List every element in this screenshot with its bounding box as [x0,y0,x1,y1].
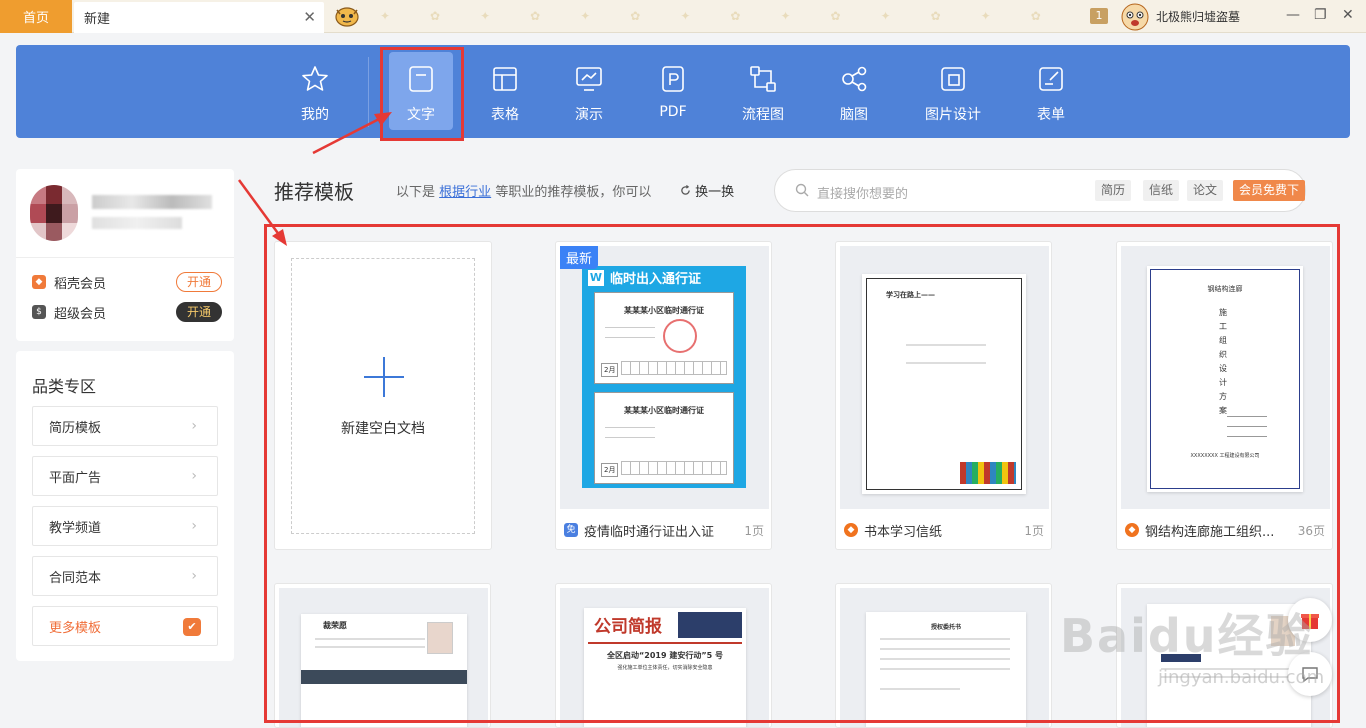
baidu-watermark-url: jingyan.baidu.com [1158,667,1325,688]
category-table-label: 表格 [491,107,519,123]
category-image-design[interactable]: 图片设计 [913,52,993,130]
subtitle-prefix: 以下是 [396,185,436,200]
category-item-ads[interactable]: 平面广告 › [32,456,218,496]
category-mindmap[interactable]: 脑图 [814,52,894,130]
refresh-button[interactable]: 换一换 [680,181,734,200]
form-icon [1039,67,1063,91]
super-open-button[interactable]: 开通 [176,302,222,322]
chevron-right-icon: › [191,568,197,584]
category-pdf-label: PDF [659,104,687,120]
category-item-teaching[interactable]: 教学频道 › [32,506,218,546]
membership-super: $ 超级会员 开通 [32,301,222,323]
minimize-button[interactable]: — [1286,6,1300,24]
category-panel-title: 品类专区 [32,377,97,396]
mindmap-icon [842,66,867,92]
category-mine-label: 我的 [301,107,329,123]
presentation-icon [576,67,602,91]
category-item-label: 教学频道 [49,520,102,536]
blurred-userinfo [92,217,182,229]
category-panel: 品类专区 简历模板 › 平面广告 › 教学频道 › 合同范本 › 更多模板 ✔ [16,351,234,661]
search-tag-resume[interactable]: 简历 [1095,180,1132,201]
blurred-username [92,195,212,209]
tab-new-label: 新建 [84,12,111,27]
refresh-label: 换一换 [695,185,735,200]
category-pdf[interactable]: PDF [633,52,713,130]
chevron-right-icon: › [191,518,197,534]
docer-member-label: 稻壳会员 [54,276,107,292]
search-input[interactable]: 直接搜你想要的 [817,183,908,202]
table-icon [493,67,517,91]
category-item-contract[interactable]: 合同范本 › [32,556,218,596]
category-flowchart[interactable]: 流程图 [723,52,803,130]
category-divider [368,57,369,127]
recommended-subtitle: 以下是 根据行业 等职业的推荐模板，你可以 [396,181,651,200]
template-search[interactable]: 直接搜你想要的 简历 信纸 论文 会员免费下 [774,169,1306,212]
category-bar: 我的 文字 表格 演示 PDF 流程图 脑图 图片设计 表单 [16,45,1350,138]
tab-new[interactable]: 新建 ✕ [74,2,324,33]
image-design-icon [941,67,965,91]
docer-member-icon: ◆ [32,275,46,289]
category-presentation[interactable]: 演示 [549,52,629,130]
tab-close-icon[interactable]: ✕ [303,9,316,25]
search-tag-vip-free[interactable]: 会员免费下 [1233,180,1305,201]
search-icon [795,183,809,197]
subtitle-suffix: 等职业的推荐模板，你可以 [495,185,652,200]
restore-button[interactable]: ❐ [1314,6,1327,24]
search-tag-letter[interactable]: 信纸 [1143,180,1180,201]
category-table[interactable]: 表格 [465,52,545,130]
category-mindmap-label: 脑图 [840,107,868,123]
pdf-icon [662,66,684,92]
category-image-design-label: 图片设计 [925,107,981,123]
search-tag-paper[interactable]: 论文 [1187,180,1224,201]
category-presentation-label: 演示 [575,107,603,123]
titlebar-pattern: ✦✿✦✿✦✿✦✿✦✿✦✿✦✿✦✿ [380,9,1080,23]
membership-docer: ◆ 稻壳会员 开通 [32,271,222,293]
title-bar: 首页 新建 ✕ ✦✿✦✿✦✿✦✿✦✿✦✿✦✿✦✿ 1 北极熊归墟盗墓 — ❐ ✕ [0,0,1366,33]
category-flowchart-label: 流程图 [742,107,784,123]
category-form[interactable]: 表单 [1011,52,1091,130]
docer-logo-icon: ✔ [183,618,201,636]
close-window-button[interactable]: ✕ [1342,6,1354,24]
docer-open-button[interactable]: 开通 [176,272,222,292]
user-card: ◆ 稻壳会员 开通 $ 超级会员 开通 [16,169,234,341]
star-icon [302,66,328,91]
category-item-label: 简历模板 [49,420,102,436]
recommended-title: 推荐模板 [274,180,354,204]
mascot-tab-icon[interactable] [334,5,360,27]
user-name[interactable]: 北极熊归墟盗墓 [1156,8,1240,25]
flowchart-icon [750,66,776,92]
category-form-label: 表单 [1037,107,1065,123]
chevron-right-icon: › [191,418,197,434]
user-avatar[interactable] [1110,0,1160,33]
super-member-label: 超级会员 [54,306,107,322]
refresh-icon [681,185,690,195]
industry-link[interactable]: 根据行业 [439,185,491,200]
more-templates-label: 更多模板 [49,620,102,636]
chevron-right-icon: › [191,468,197,484]
super-member-icon: $ [32,305,46,319]
category-mine[interactable]: 我的 [275,52,355,130]
category-item-label: 合同范本 [49,570,102,586]
category-item-resume[interactable]: 简历模板 › [32,406,218,446]
annotation-box-text-category [380,47,464,141]
tab-home[interactable]: 首页 [0,0,72,33]
user-level-badge: 1 [1090,8,1108,24]
baidu-watermark: Baidu经验 [1060,609,1314,663]
category-item-label: 平面广告 [49,470,102,486]
more-templates-button[interactable]: 更多模板 ✔ [32,606,218,646]
card-divider [16,257,234,258]
avatar[interactable] [30,185,78,241]
